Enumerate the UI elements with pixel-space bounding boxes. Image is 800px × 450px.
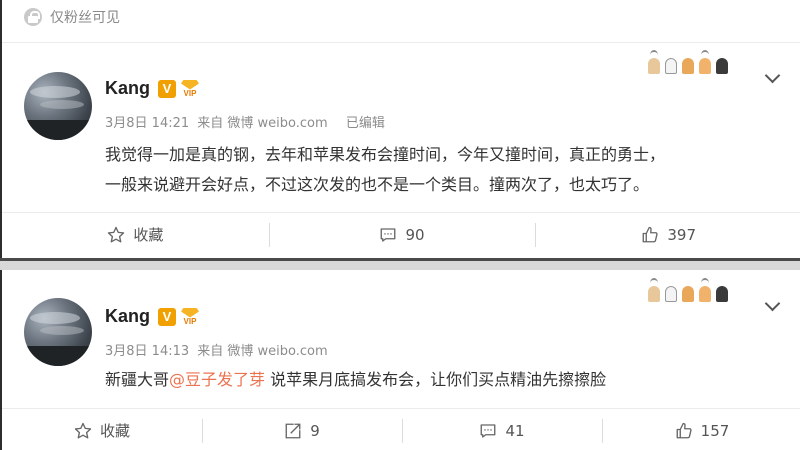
- star-icon: [107, 226, 125, 244]
- post-card: 仅粉丝可见 Kang V VIP 3月8日 14:21 来自 微博 weibo.…: [0, 0, 800, 258]
- action-bar: 收藏 9 41 157: [2, 408, 800, 450]
- post-text: 新疆大哥@豆子发了芽 说苹果月底搞发布会，让你们买点精油先擦擦脸: [105, 370, 607, 389]
- like-button[interactable]: 157: [602, 409, 800, 450]
- post-source: 来自 微博 weibo.com: [197, 344, 328, 359]
- repost-button[interactable]: 9: [202, 409, 402, 450]
- avatar[interactable]: [24, 72, 92, 140]
- visibility-label: 仅粉丝可见: [24, 6, 120, 28]
- comment-icon: [379, 226, 397, 244]
- post-source: 来自 微博 weibo.com: [197, 116, 328, 131]
- star-icon: [74, 422, 92, 440]
- author-row: Kang V VIP: [105, 78, 202, 99]
- chevron-down-icon[interactable]: [765, 298, 779, 312]
- mention-link[interactable]: @豆子发了芽: [169, 370, 265, 389]
- post-meta: 3月8日 14:13 来自 微博 weibo.com: [105, 340, 332, 359]
- author-name[interactable]: Kang: [105, 78, 150, 99]
- post-meta: 3月8日 14:21 来自 微博 weibo.com 已编辑: [105, 112, 389, 131]
- edited-label[interactable]: 已编辑: [346, 116, 385, 131]
- post-text: 我觉得一加是真的钢，去年和苹果发布会撞时间，今年又撞时间，真正的勇士， 一般来说…: [105, 145, 666, 194]
- author-name[interactable]: Kang: [105, 306, 150, 327]
- author-row: Kang V VIP: [105, 306, 202, 327]
- verified-badge-icon: V: [158, 79, 176, 98]
- post-card: Kang V VIP 3月8日 14:13 来自 微博 weibo.com 新疆…: [0, 270, 800, 450]
- comment-icon: [479, 422, 497, 440]
- comment-button[interactable]: 90: [268, 213, 536, 256]
- action-bar: 收藏 90 397: [2, 212, 800, 256]
- lock-icon: [24, 8, 42, 26]
- favorite-button[interactable]: 收藏: [2, 213, 269, 256]
- verified-badge-icon: V: [158, 307, 176, 326]
- vip-badge-icon: VIP: [178, 79, 202, 98]
- vip-badge-icon: VIP: [178, 307, 202, 326]
- visibility-text: 仅粉丝可见: [50, 10, 120, 26]
- favorite-button[interactable]: 收藏: [2, 409, 202, 450]
- comment-button[interactable]: 41: [402, 409, 602, 450]
- like-icon: [675, 422, 693, 440]
- like-button[interactable]: 397: [535, 213, 800, 256]
- divider: [2, 42, 800, 43]
- repost-icon: [284, 422, 302, 440]
- paw-decoration: [647, 50, 729, 74]
- post-date[interactable]: 3月8日 14:13: [105, 344, 189, 359]
- chevron-down-icon[interactable]: [765, 70, 779, 84]
- paw-decoration: [647, 278, 729, 302]
- like-icon: [641, 226, 659, 244]
- card-separator: [0, 258, 800, 270]
- post-date[interactable]: 3月8日 14:21: [105, 116, 189, 131]
- avatar[interactable]: [24, 298, 92, 366]
